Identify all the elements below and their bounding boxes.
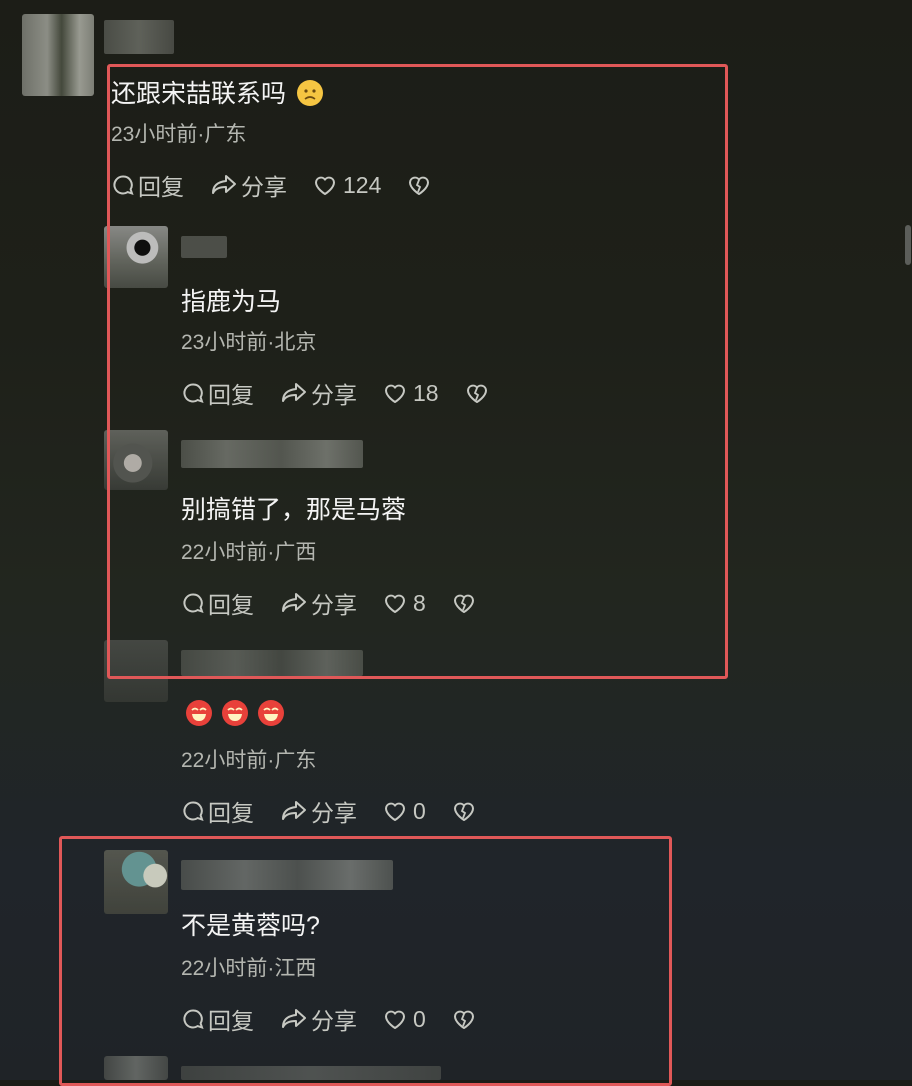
reply-icon — [183, 801, 204, 822]
scrollbar-thumb[interactable] — [905, 225, 911, 265]
heart-icon — [385, 802, 405, 821]
emoji-comment — [186, 698, 284, 727]
comment-actions: 回复 分享 0 — [181, 794, 479, 828]
highlight-box — [107, 64, 728, 679]
username-blurred — [104, 20, 174, 54]
laughing-emoji — [186, 700, 212, 727]
like-button[interactable]: 0 — [383, 798, 426, 825]
laughing-emoji — [258, 700, 284, 727]
avatar[interactable] — [22, 14, 94, 96]
highlight-box — [59, 836, 672, 1086]
scrollbar[interactable] — [904, 0, 912, 1080]
share-button[interactable]: 分享 — [280, 794, 357, 828]
comment-meta: 22小时前·广东 — [181, 749, 317, 772]
like-count: 0 — [413, 797, 426, 824]
laughing-emoji — [222, 700, 248, 727]
dislike-button[interactable] — [452, 800, 479, 822]
share-icon — [282, 801, 306, 820]
reply-button[interactable]: 回复 — [181, 794, 254, 828]
broken-heart-icon — [453, 802, 474, 821]
